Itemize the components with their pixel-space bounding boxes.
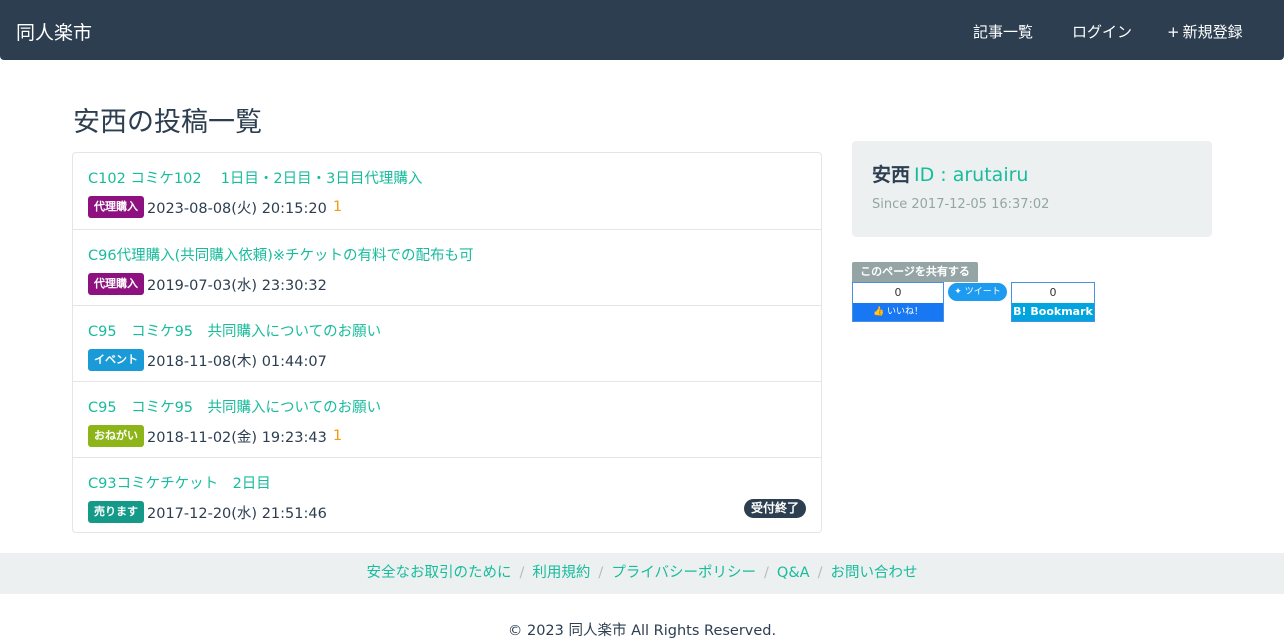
post-title-link[interactable]: C102 コミケ102 1日目・2日目・3日目代理購入 (88, 167, 422, 188)
post-title-link[interactable]: C96代理購入(共同購入依頼)※チケットの有料での配布も可 (88, 244, 474, 265)
nav-register[interactable]: + 新規登録 (1167, 21, 1243, 42)
footer-separator: / (519, 565, 525, 581)
comment-count-value: 1 (332, 199, 343, 215)
facebook-like-count: 0 (853, 283, 943, 303)
nav-article-list[interactable]: 記事一覧 (970, 21, 1033, 42)
category-badge: 売ります (88, 501, 144, 523)
copyright: © 2023 同人楽市 All Rights Reserved. (507, 623, 777, 639)
nav-login[interactable]: ログイン (1069, 21, 1132, 42)
navbar: 同人楽市 記事一覧 ログイン + 新規登録 (0, 0, 1284, 60)
list-item[interactable]: C95 コミケ95 共同購入についてのお願い おねがい 2018-11-02(金… (73, 381, 821, 457)
footer-separator: / (598, 565, 604, 581)
twitter-bird-icon: ✦ (954, 287, 962, 297)
category-badge: イベント (88, 349, 144, 371)
profile-name: 安西 (872, 164, 911, 186)
footer-link-qa[interactable]: Q&A (777, 565, 810, 581)
nav-label: ログイン (1072, 23, 1133, 41)
post-title-link[interactable]: C95 コミケ95 共同購入についてのお願い (88, 320, 381, 341)
list-item[interactable]: C93コミケチケット 2日目 売ります 2017-12-20(水) 21:51:… (73, 457, 821, 533)
post-meta: おねがい 2018-11-02(金) 19:23:43 1 (88, 425, 342, 447)
post-date: 2019-07-03(水) 23:30:32 (147, 277, 327, 294)
profile-since: Since 2017-12-05 16:37:02 (872, 197, 1049, 212)
post-title-link[interactable]: C93コミケチケット 2日目 (88, 472, 271, 493)
post-list: C102 コミケ102 1日目・2日目・3日目代理購入 代理購入 2023-08… (72, 152, 822, 533)
profile-card: 安西 ID : arutairu Since 2017-12-05 16:37:0… (852, 141, 1212, 237)
post-meta: イベント 2018-11-08(木) 01:44:07 (88, 349, 327, 371)
profile-name-line: 安西 ID : arutairu (872, 160, 1028, 187)
footer-link-privacy[interactable]: プライバシーポリシー (611, 565, 756, 581)
post-date: 2023-08-08(火) 20:15:20 (147, 200, 327, 217)
list-item[interactable]: C95 コミケ95 共同購入についてのお願い イベント 2018-11-08(木… (73, 305, 821, 381)
post-date: 2018-11-02(金) 19:23:43 (147, 429, 327, 446)
facebook-like-widget[interactable]: 0 👍 いいね！ (852, 282, 944, 322)
post-meta: 売ります 2017-12-20(水) 21:51:46 (88, 501, 327, 523)
footer-link-contact[interactable]: お問い合わせ (830, 565, 917, 581)
comment-count-value: 1 (332, 428, 343, 444)
category-badge: おねがい (88, 425, 144, 447)
post-meta: 代理購入 2019-07-03(水) 23:30:32 (88, 273, 327, 295)
comment-count: 1 (331, 199, 342, 215)
hatena-bookmark-widget[interactable]: 0 B! Bookmark (1011, 282, 1095, 322)
status-badge: 受付終了 (743, 499, 806, 518)
post-meta: 代理購入 2023-08-08(火) 20:15:20 1 (88, 196, 342, 218)
page-title: 安西の投稿一覧 (73, 107, 262, 138)
footer-separator: / (764, 565, 769, 581)
nav-label: 記事一覧 (973, 23, 1034, 41)
footer-link-safe-trade[interactable]: 安全なお取引のために (367, 565, 512, 581)
plus-icon: + (1167, 23, 1180, 41)
category-badge: 代理購入 (88, 196, 144, 218)
brand-logo[interactable]: 同人楽市 (16, 18, 92, 45)
post-date: 2018-11-08(木) 01:44:07 (147, 353, 327, 370)
hatena-bookmark-button[interactable]: B! Bookmark (1012, 303, 1094, 321)
list-item[interactable]: C102 コミケ102 1日目・2日目・3日目代理購入 代理購入 2023-08… (73, 153, 821, 229)
footer-link-terms[interactable]: 利用規約 (532, 565, 590, 581)
post-date: 2017-12-20(水) 21:51:46 (147, 505, 327, 522)
profile-id: ID : arutairu (914, 164, 1029, 186)
facebook-like-button[interactable]: 👍 いいね！ (853, 303, 943, 321)
since-text: Since 2017-12-05 16:37:02 (872, 197, 1050, 212)
list-item[interactable]: C96代理購入(共同購入依頼)※チケットの有料での配布も可 代理購入 2019-… (73, 229, 821, 305)
hatena-bookmark-count: 0 (1012, 283, 1094, 303)
footer-separator: / (817, 565, 823, 581)
footer-links: 安全なお取引のために / 利用規約 / プライバシーポリシー / Q&A / お問い合わせ (0, 553, 1284, 594)
twitter-share-button[interactable]: ✦ ツイート (948, 283, 1007, 301)
nav-label: 新規登録 (1182, 23, 1243, 41)
category-badge: 代理購入 (88, 273, 144, 295)
post-title-link[interactable]: C95 コミケ95 共同購入についてのお願い (88, 396, 381, 417)
share-label: このページを共有する (852, 262, 978, 282)
comment-count: 1 (331, 428, 342, 444)
